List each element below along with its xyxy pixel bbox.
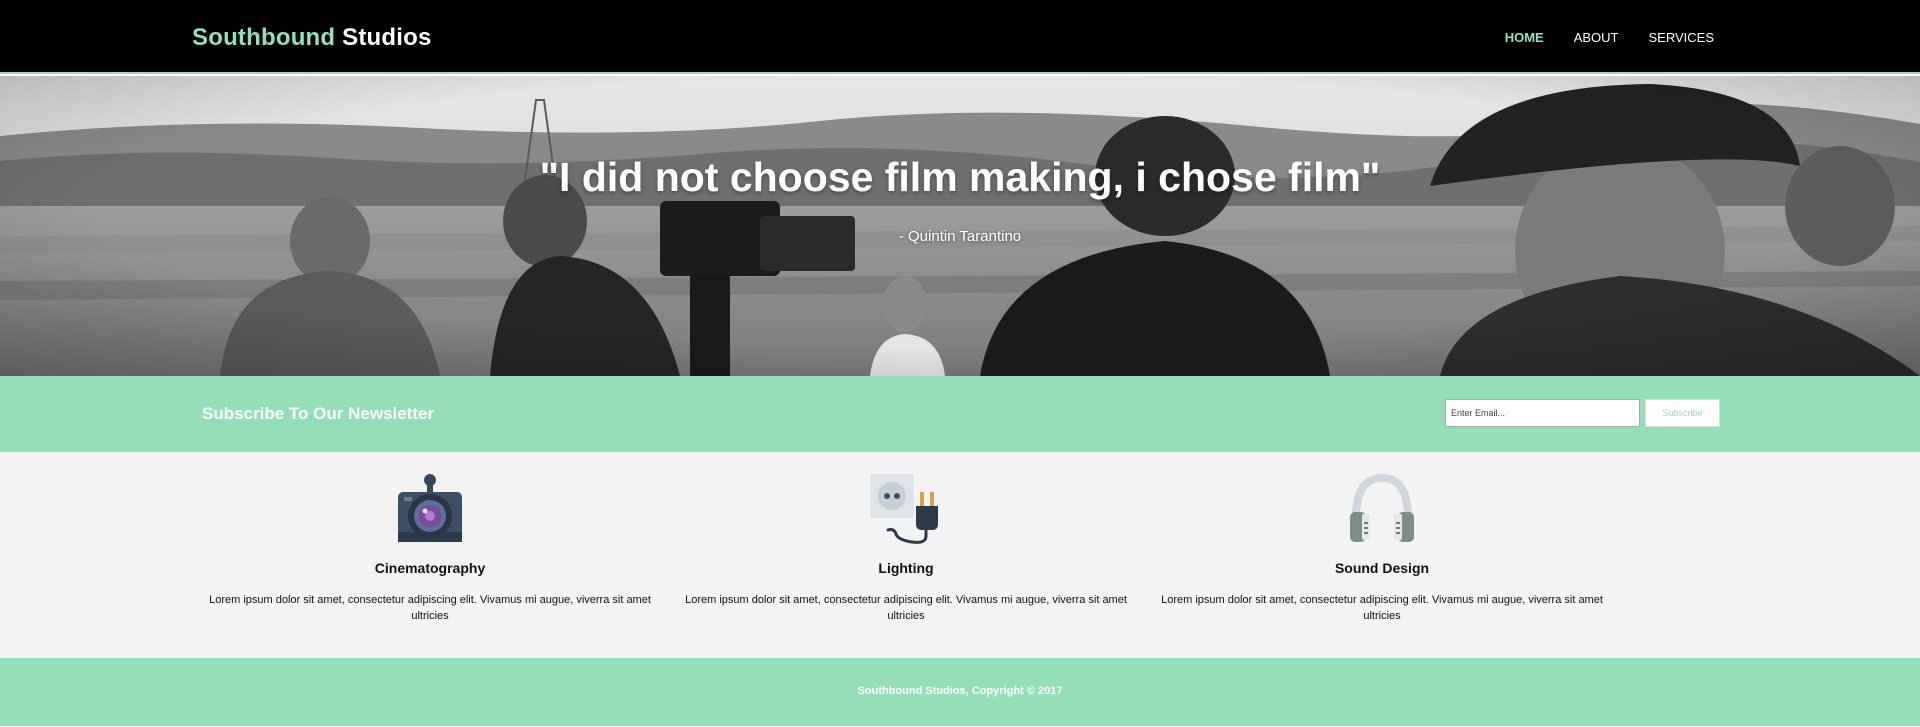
nav-home-link[interactable]: HOME	[1505, 30, 1544, 45]
brand-rest: Studios	[335, 24, 432, 51]
showcase: "I did not choose film making, i chose f…	[0, 76, 1920, 376]
box-title: Sound Design	[1334, 560, 1430, 576]
headphones-icon	[1350, 473, 1414, 542]
box-text: Lorem ipsum dolor sit amet, consectetur …	[685, 594, 1127, 622]
camera-icon	[398, 474, 462, 542]
services-boxes: Cinematography Lorem ipsum dolor sit ame…	[0, 452, 1920, 658]
box-text: Lorem ipsum dolor sit amet, consectetur …	[209, 594, 651, 622]
newsletter-section: Subscribe To Our Newsletter Subscribe	[0, 376, 1920, 452]
box-title: Lighting	[878, 560, 934, 576]
newsletter-title: Subscribe To Our Newsletter	[202, 404, 435, 423]
email-input[interactable]	[1445, 399, 1640, 427]
box-text: Lorem ipsum dolor sit amet, consectetur …	[1161, 594, 1603, 622]
main-nav: HOME ABOUT SERVICES	[1475, 30, 1714, 45]
nav-about-link[interactable]: ABOUT	[1574, 30, 1619, 45]
site-footer: Southbound Studios, Copyright © 2017	[0, 658, 1920, 726]
plug-socket-icon	[870, 474, 938, 544]
footer-copyright: Southbound Studios, Copyright © 2017	[857, 685, 1063, 697]
showcase-content: "I did not choose film making, i chose f…	[0, 76, 1920, 376]
subscribe-button[interactable]: Subscribe	[1645, 399, 1720, 427]
brand-highlight: Southbound	[192, 24, 336, 51]
site-header: Southbound Studios HOME ABOUT SERVICES	[0, 0, 1920, 74]
brand-logo[interactable]: Southbound Studios	[192, 24, 432, 52]
showcase-author: - Quintin Tarantino	[898, 228, 1022, 245]
box-title: Cinematography	[374, 560, 486, 576]
showcase-quote: "I did not choose film making, i chose f…	[539, 154, 1381, 200]
nav-services-link[interactable]: SERVICES	[1648, 30, 1714, 45]
